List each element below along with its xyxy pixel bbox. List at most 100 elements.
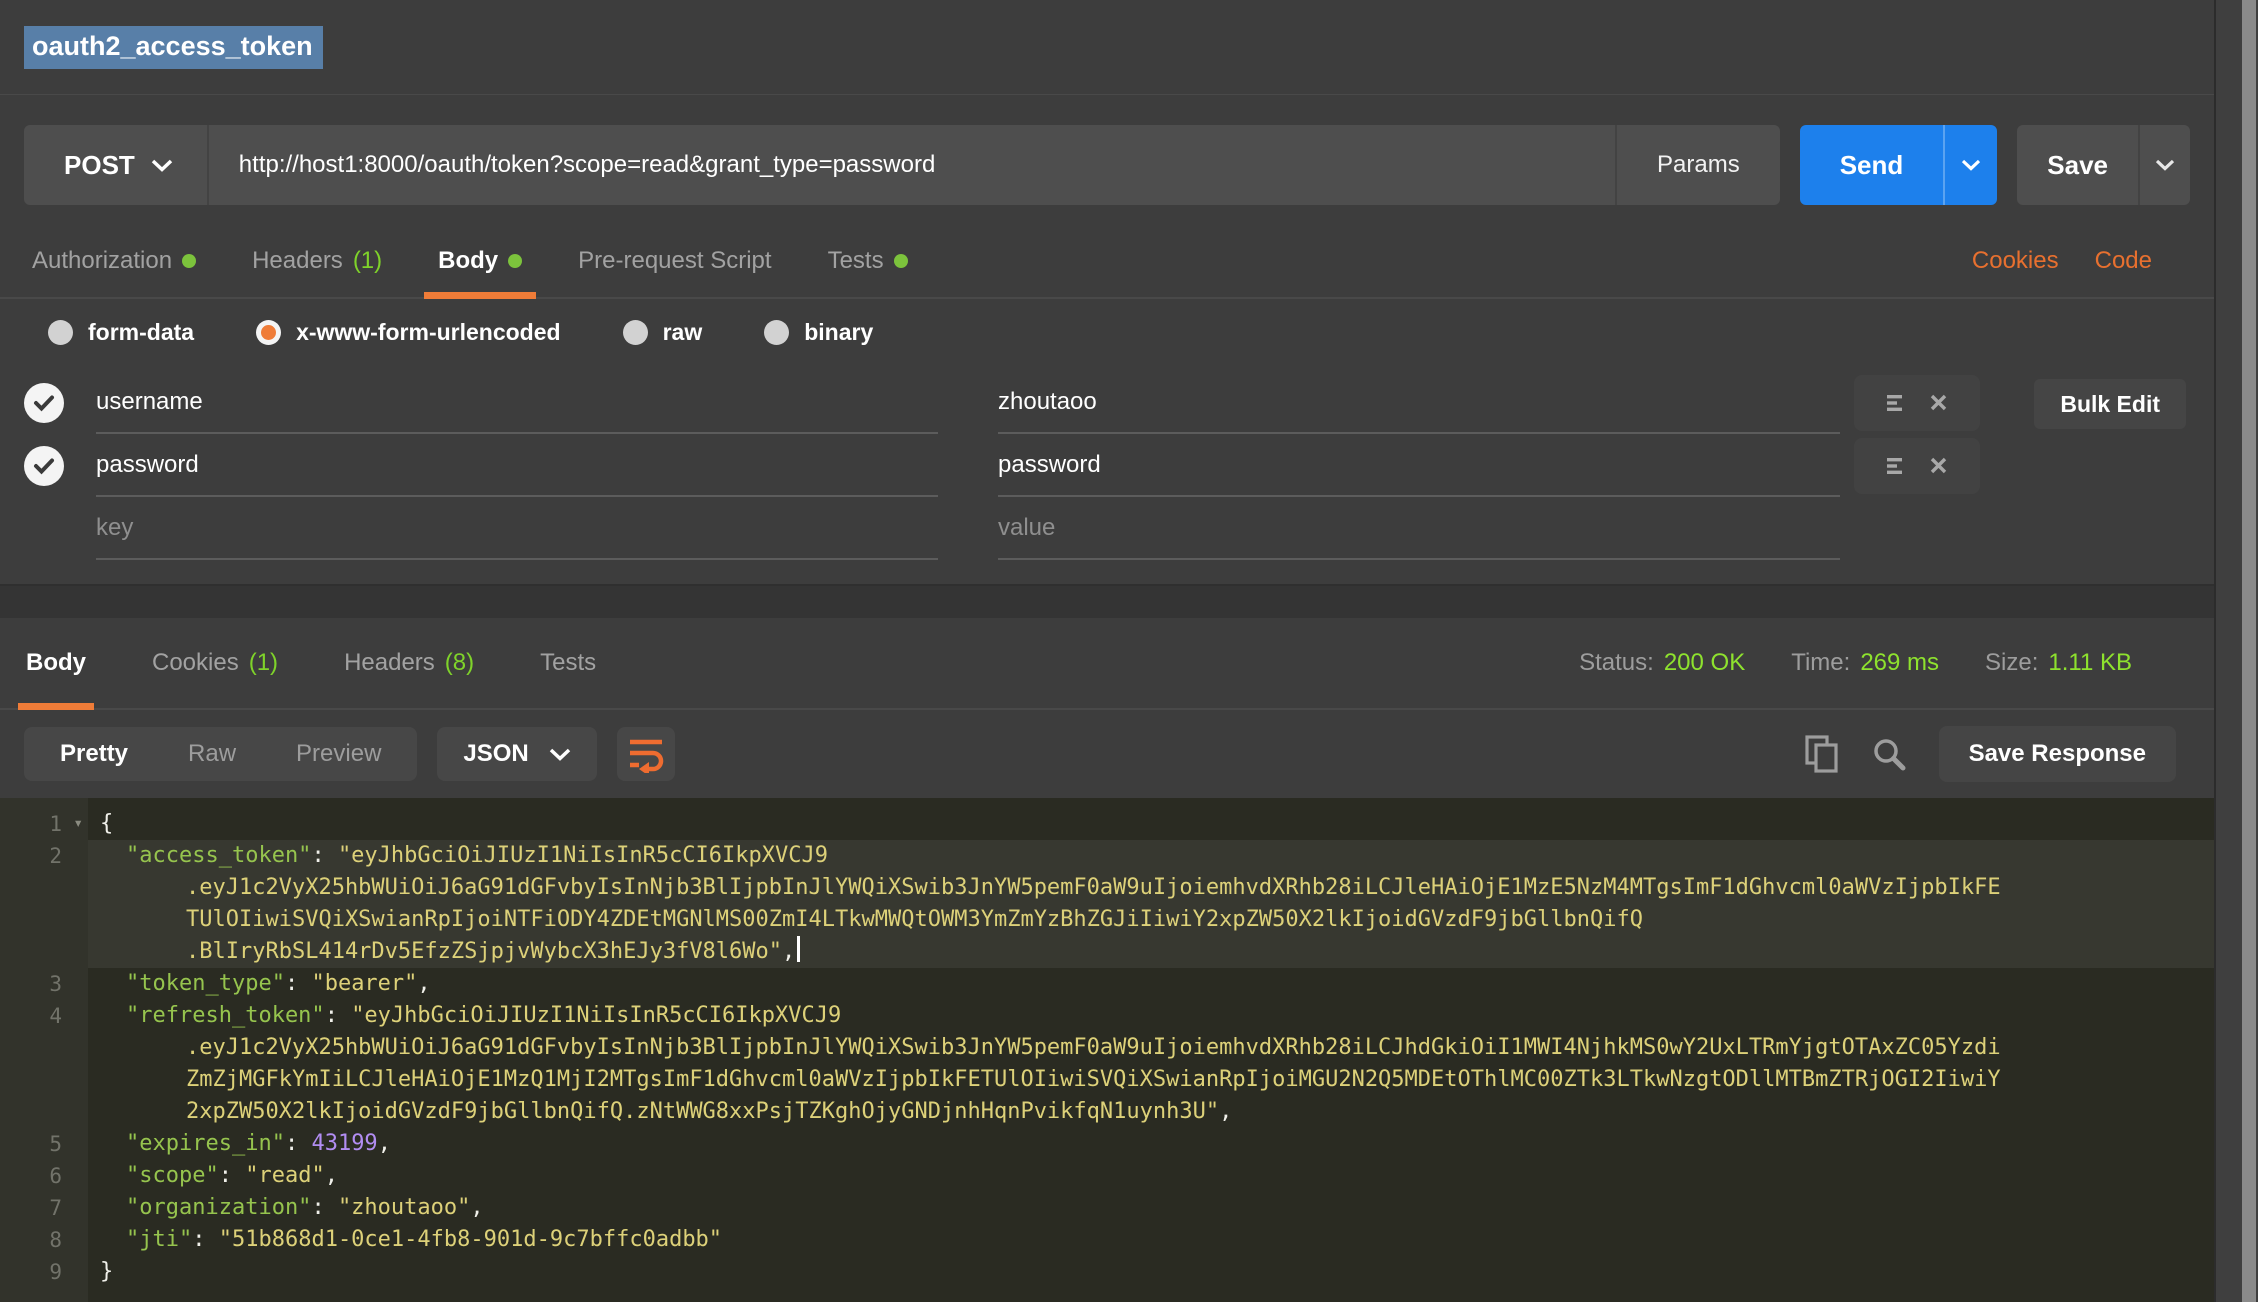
code-line: 3"token_type": "bearer",: [0, 968, 2214, 1000]
response-tabs-row: Body Cookies(1) Headers(8) Tests Status:200…: [0, 618, 2214, 710]
response-tab-tests[interactable]: Tests: [540, 618, 596, 708]
response-tab-headers[interactable]: Headers(8): [344, 618, 474, 708]
token: ,: [417, 971, 430, 996]
row-remove-button[interactable]: [1929, 456, 1948, 475]
value-field[interactable]: zhoutaoo: [998, 371, 1840, 434]
meta-label: Status:: [1579, 649, 1654, 676]
send-button[interactable]: Send: [1800, 125, 1944, 205]
response-view-toggle: PrettyRawPreview: [24, 727, 417, 781]
chevron-down-icon: [2155, 159, 2175, 171]
chevron-down-icon: [1961, 159, 1981, 171]
key-field[interactable]: key: [96, 497, 938, 560]
row-menu-button[interactable]: [1887, 457, 1905, 475]
radio-icon: [256, 320, 281, 345]
code-line: 8"jti": "51b868d1-0ce1-4fb8-901d-9c7bffc…: [0, 1224, 2214, 1256]
row-remove-button[interactable]: [1929, 393, 1948, 412]
request-tab-authorization[interactable]: Authorization: [32, 225, 196, 297]
value-field[interactable]: password: [998, 434, 1840, 497]
code-text: .eyJ1c2VyX25hbWUiOiJ6aG91dGFvbyIsInNjb3B…: [88, 1032, 2214, 1064]
postman-app: oauth2_access_token POST http://host1:80…: [0, 0, 2214, 1302]
cookies-link[interactable]: Cookies: [1972, 247, 2059, 275]
token: "eyJhbGciOiJIUzI1NiIsInR5cCI6IkpXVCJ9: [351, 1003, 841, 1028]
view-raw[interactable]: Raw: [158, 740, 266, 768]
response-meta: Status:200 OKTime:269 msSize:1.11 KB: [1579, 649, 2188, 677]
token: "access_token": [126, 843, 311, 868]
save-button[interactable]: Save: [2017, 125, 2138, 205]
save-response-button[interactable]: Save Response: [1939, 726, 2176, 782]
value-field[interactable]: value: [998, 497, 1840, 560]
line-number: [0, 904, 88, 936]
save-dropdown-button[interactable]: [2138, 125, 2190, 205]
send-dropdown-button[interactable]: [1943, 125, 1997, 205]
form-row: username zhoutaoo: [24, 371, 1990, 434]
wrap-text-icon: [626, 735, 666, 773]
row-menu-button[interactable]: [1887, 394, 1905, 412]
request-tab-body[interactable]: Body: [438, 225, 522, 297]
key-field[interactable]: password: [96, 434, 938, 497]
row-checkbox[interactable]: [24, 383, 64, 423]
code-line-body: .BlIryRbSL414rDv5EfzZSjpjvWybcX3hEJy3fV8…: [88, 936, 2214, 968]
chevron-down-icon: [151, 159, 173, 172]
tab-label: Headers: [252, 247, 343, 275]
body-mode-binary[interactable]: binary: [764, 319, 873, 346]
view-preview[interactable]: Preview: [266, 740, 411, 768]
search-response-button[interactable]: [1871, 736, 1907, 772]
line-number: 4: [0, 1000, 88, 1032]
code-line: .eyJ1c2VyX25hbWUiOiJ6aG91dGFvbyIsInNjb3B…: [0, 1032, 2214, 1064]
response-tabs: Body Cookies(1) Headers(8) Tests: [26, 618, 662, 708]
line-number: [0, 936, 88, 968]
code-text: 2xpZW50X2lkIjoidGVzdF9jbGllbnQifQ.zNtWWG…: [88, 1096, 2214, 1128]
token: TUlOIiwiSVQiXSwianRpIjoiNTFiODY4ZDEtMGNl…: [186, 907, 1643, 932]
row-checkbox[interactable]: [24, 446, 64, 486]
body-mode-raw[interactable]: raw: [623, 319, 703, 346]
token: ,: [782, 939, 795, 964]
fold-arrow-icon[interactable]: ▾: [73, 807, 83, 839]
pane-divider[interactable]: [0, 584, 2214, 618]
request-tab-pre-request-script[interactable]: Pre-request Script: [578, 225, 771, 297]
line-number: 2: [0, 840, 88, 872]
response-toolbar: PrettyRawPreview JSON: [0, 710, 2214, 798]
code-text: "jti": "51b868d1-0ce1-4fb8-901d-9c7bffc0…: [88, 1224, 2214, 1256]
code-line-body: }: [88, 1256, 2214, 1288]
request-tab-headers[interactable]: Headers(1): [252, 225, 382, 297]
key-field[interactable]: username: [96, 371, 938, 434]
wrap-text-button[interactable]: [617, 727, 675, 781]
response-toolbar-right: Save Response: [1805, 726, 2190, 782]
line-number: 8: [0, 1224, 88, 1256]
token: ,: [325, 1163, 338, 1188]
code-text: "access_token": "eyJhbGciOiJIUzI1NiIsInR…: [88, 840, 2214, 872]
token: 43199: [311, 1131, 377, 1156]
body-mode-label: form-data: [88, 319, 194, 346]
format-dropdown[interactable]: JSON: [437, 727, 596, 781]
token: ,: [1219, 1099, 1232, 1124]
response-tab-body[interactable]: Body: [26, 618, 86, 708]
close-icon: [1929, 456, 1948, 475]
token: "expires_in": [126, 1131, 285, 1156]
view-pretty[interactable]: Pretty: [30, 740, 158, 768]
form-data-editor: usernamezhoutaoopasswordpasswordkeyvalue…: [24, 371, 2190, 560]
code-line-body: 2xpZW50X2lkIjoidGVzdF9jbGllbnQifQ.zNtWWG…: [88, 1096, 2214, 1128]
status-dot-icon: [508, 254, 522, 268]
code-line: 7"organization": "zhoutaoo",: [0, 1192, 2214, 1224]
bulk-edit-button[interactable]: Bulk Edit: [2034, 379, 2186, 429]
scrollbar-thumb[interactable]: [2242, 0, 2256, 1302]
meta-value: 1.11 KB: [2048, 649, 2132, 676]
copy-response-button[interactable]: [1805, 735, 1839, 773]
params-button[interactable]: Params: [1615, 125, 1780, 205]
code-text: "organization": "zhoutaoo",: [88, 1192, 2214, 1224]
body-mode-form-data[interactable]: form-data: [48, 319, 194, 346]
request-tab-links: Cookies Code: [1972, 247, 2182, 275]
code-line-body: .eyJ1c2VyX25hbWUiOiJ6aG91dGFvbyIsInNjb3B…: [88, 872, 2214, 904]
url-input[interactable]: http://host1:8000/oauth/token?scope=read…: [209, 125, 1615, 205]
request-tab-title[interactable]: oauth2_access_token: [24, 26, 323, 69]
response-body-viewer[interactable]: 1▾{2"access_token": "eyJhbGciOiJIUzI1NiI…: [0, 798, 2214, 1302]
request-tab-tests[interactable]: Tests: [828, 225, 908, 297]
code-link[interactable]: Code: [2095, 247, 2152, 275]
code-line: 2xpZW50X2lkIjoidGVzdF9jbGllbnQifQ.zNtWWG…: [0, 1096, 2214, 1128]
line-number: 1▾: [0, 808, 88, 840]
body-mode-x-www-form-urlencoded[interactable]: x-www-form-urlencoded: [256, 319, 561, 346]
method-dropdown[interactable]: POST: [24, 125, 209, 205]
row-actions: [1854, 438, 1980, 494]
status-dot-icon: [894, 254, 908, 268]
response-tab-cookies[interactable]: Cookies(1): [152, 618, 278, 708]
